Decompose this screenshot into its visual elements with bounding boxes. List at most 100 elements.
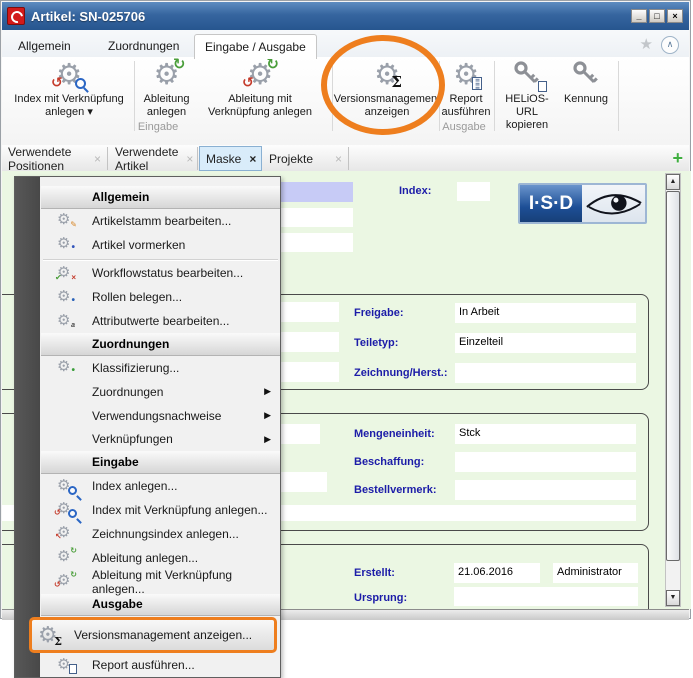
freigabe-label: Freigabe: bbox=[354, 307, 404, 319]
erstellt-label: Erstellt: bbox=[354, 567, 395, 579]
tab-maske[interactable]: Maske × bbox=[199, 146, 262, 171]
submenu-arrow-icon: ▶ bbox=[264, 410, 271, 421]
submenu-arrow-icon: ▶ bbox=[264, 386, 271, 397]
key-copy-icon bbox=[509, 59, 547, 92]
ribbon-tab-zuordnungen[interactable]: Zuordnungen bbox=[98, 36, 189, 57]
bestellvermerk-label: Bestellvermerk: bbox=[354, 484, 437, 496]
gear-drawing-index-icon: ⚙ ↖ bbox=[55, 524, 71, 542]
menu-item-zeichnungsindex-anlegen[interactable]: ⚙ ↖ Zeichnungsindex anlegen... bbox=[41, 522, 280, 546]
helios-app-icon bbox=[7, 7, 25, 25]
maximize-button[interactable]: □ bbox=[649, 9, 665, 23]
tab-verwendete-positionen[interactable]: Verwendete Positionen × bbox=[2, 145, 108, 173]
mengeneinheit-field[interactable]: Stck bbox=[455, 424, 636, 444]
screenshot-stage: Artikel: SN-025706 _ □ × Allgemein Zuord… bbox=[0, 0, 693, 678]
menu-item-attributwerte-bearbeiten[interactable]: ⚙ a Attributwerte bearbeiten... bbox=[41, 309, 280, 333]
gear-link-index-icon: ⚙ ↺ bbox=[51, 59, 87, 91]
gear-derive-link-icon: ⚙ ↻ ↺ bbox=[242, 56, 279, 91]
menu-item-verwendungsnachweise[interactable]: Verwendungsnachweise ▶ bbox=[41, 404, 280, 428]
menu-item-artikelstamm-bearbeiten[interactable]: ⚙ ✎ Artikelstamm bearbeiten... bbox=[41, 209, 280, 233]
gear-edit-icon: ⚙ ✎ bbox=[57, 211, 77, 230]
tab-close-icon[interactable]: × bbox=[241, 152, 256, 166]
menu-item-index-anlegen[interactable]: ⚙ Index anlegen... bbox=[41, 474, 280, 498]
ribbon-group-label-ausgabe: Ausgabe bbox=[442, 121, 486, 133]
menu-header-ausgabe: Ausgabe bbox=[41, 593, 280, 617]
ursprung-label: Ursprung: bbox=[354, 592, 408, 604]
tab-close-icon[interactable]: × bbox=[86, 152, 101, 166]
ribbon: ⚙ ↺ Index mit Verknüpfung anlegen ▾ ⚙ ↻ … bbox=[2, 57, 689, 146]
isd-logo: I·S·D bbox=[518, 183, 647, 224]
erstellt-benutzer-field[interactable]: Administrator bbox=[553, 563, 638, 583]
window-title: Artikel: SN-025706 bbox=[31, 8, 146, 24]
ribbon-tab-allgemein[interactable]: Allgemein bbox=[8, 36, 81, 57]
isd-eye-icon bbox=[582, 185, 645, 222]
ribbon-tab-row: Allgemein Zuordnungen Eingabe / Ausgabe … bbox=[2, 30, 689, 59]
scroll-down-button[interactable]: ▼ bbox=[666, 590, 680, 606]
ribbon-button-kennung[interactable]: Kennung bbox=[560, 57, 612, 137]
minimize-button[interactable]: _ bbox=[631, 9, 647, 23]
menu-item-versionsmanagement-anzeigen-highlighted[interactable]: ⚙ Σ Versionsmanagement anzeigen... bbox=[29, 617, 277, 654]
ribbon-group-label-eingabe: Eingabe bbox=[137, 121, 179, 133]
ribbon-button-ableitung-mit-verknuepfung-anlegen[interactable]: ⚙ ↻ ↺ Ableitung mit Verknüpfung anlegen bbox=[196, 57, 324, 137]
index-field[interactable] bbox=[457, 182, 490, 201]
scrollbar-thumb[interactable] bbox=[666, 191, 680, 561]
isd-logo-text: I·S·D bbox=[520, 185, 582, 222]
mengeneinheit-label: Mengeneinheit: bbox=[354, 428, 435, 440]
ursprung-field[interactable] bbox=[454, 587, 638, 606]
menu-header-zuordnungen: Zuordnungen bbox=[41, 333, 280, 356]
tab-verwendete-artikel[interactable]: Verwendete Artikel × bbox=[109, 145, 198, 173]
menu-item-report-ausfuehren[interactable]: ⚙ Report ausführen... bbox=[41, 653, 280, 677]
gear-attributes-icon: ⚙ a bbox=[57, 311, 75, 329]
freigabe-field[interactable]: In Arbeit bbox=[455, 303, 636, 323]
title-bar[interactable]: Artikel: SN-025706 _ □ × bbox=[2, 2, 689, 30]
document-tab-bar: Verwendete Positionen × Verwendete Artik… bbox=[2, 145, 689, 173]
menu-item-klassifizierung[interactable]: ⚙ • Klassifizierung... bbox=[41, 356, 280, 380]
zeichnung-herst-label: Zeichnung/Herst.: bbox=[354, 367, 448, 379]
gear-sigma-icon: ⚙ Σ bbox=[374, 59, 402, 91]
bestellvermerk-field[interactable] bbox=[455, 480, 636, 500]
dropdown-caret-icon: ▾ bbox=[87, 106, 93, 118]
gear-derive-icon: ⚙ ↻ bbox=[153, 56, 186, 91]
menu-header-allgemein: Allgemein bbox=[41, 186, 280, 209]
menu-item-verknuepfungen[interactable]: Verknüpfungen ▶ bbox=[41, 427, 280, 451]
scroll-up-button[interactable]: ▲ bbox=[666, 174, 680, 190]
gear-derive-icon: ⚙ ↻ bbox=[57, 546, 77, 566]
favorite-star-icon[interactable]: ★ bbox=[640, 35, 653, 53]
menu-header-eingabe: Eingabe bbox=[41, 451, 280, 475]
beschaffung-field[interactable] bbox=[455, 452, 636, 472]
gear-report-icon: ⚙ bbox=[57, 656, 77, 674]
menu-item-artikel-vormerken[interactable]: ⚙ • Artikel vormerken bbox=[41, 233, 280, 257]
collapse-ribbon-button[interactable]: ∧ bbox=[661, 36, 679, 54]
tab-close-icon[interactable]: × bbox=[178, 152, 193, 166]
tab-projekte[interactable]: Projekte × bbox=[263, 147, 349, 170]
teiletyp-label: Teiletyp: bbox=[354, 337, 399, 349]
key-icon bbox=[568, 59, 604, 91]
context-menu: Allgemein ⚙ ✎ Artikelstamm bearbeiten... … bbox=[14, 176, 281, 678]
menu-item-workflowstatus-bearbeiten[interactable]: ⚙ ✔ × Workflowstatus bearbeiten... bbox=[41, 262, 280, 286]
gear-classify-icon: ⚙ • bbox=[57, 358, 75, 377]
menu-item-ableitung-mit-verknuepfung-anlegen[interactable]: ⚙ ↻ ↺ Ableitung mit Verknüpfung anlegen... bbox=[41, 568, 280, 596]
tab-close-icon[interactable]: × bbox=[327, 152, 342, 166]
menu-item-rollen-belegen[interactable]: ⚙ • Rollen belegen... bbox=[41, 285, 280, 309]
gear-index-link-icon: ⚙ ↺ bbox=[54, 501, 77, 519]
gear-derive-link-icon: ⚙ ↻ ↺ bbox=[54, 570, 77, 590]
teiletyp-field[interactable]: Einzelteil bbox=[455, 333, 636, 353]
beschaffung-label: Beschaffung: bbox=[354, 456, 425, 468]
context-menu-left-band bbox=[15, 177, 40, 677]
vertical-scrollbar[interactable]: ▲ ▼ bbox=[665, 173, 681, 607]
menu-item-index-mit-verknuepfung-anlegen[interactable]: ⚙ ↺ Index mit Verknüpfung anlegen... bbox=[41, 498, 280, 522]
menu-item-ableitung-anlegen[interactable]: ⚙ ↻ Ableitung anlegen... bbox=[41, 546, 280, 570]
gear-index-icon: ⚙ bbox=[57, 477, 77, 495]
menu-item-zuordnungen[interactable]: Zuordnungen ▶ bbox=[41, 380, 280, 404]
gear-reserve-icon: ⚙ • bbox=[57, 235, 75, 254]
gear-report-icon: ⚙ ≡ ≡ ≡ bbox=[448, 59, 484, 91]
close-button[interactable]: × bbox=[667, 9, 683, 23]
zeichnung-herst-field[interactable] bbox=[455, 363, 636, 383]
gear-roles-icon: ⚙ • bbox=[57, 287, 75, 306]
gear-workflow-icon: ⚙ ✔ × bbox=[55, 263, 76, 282]
erstellt-datum-field[interactable]: 21.06.2016 bbox=[454, 563, 540, 583]
gear-sigma-icon: ⚙ Σ bbox=[38, 622, 62, 649]
add-tab-icon[interactable]: + bbox=[672, 148, 683, 169]
ribbon-tab-eingabe-ausgabe[interactable]: Eingabe / Ausgabe bbox=[194, 34, 317, 59]
index-label: Index: bbox=[399, 185, 432, 197]
submenu-arrow-icon: ▶ bbox=[264, 433, 271, 444]
